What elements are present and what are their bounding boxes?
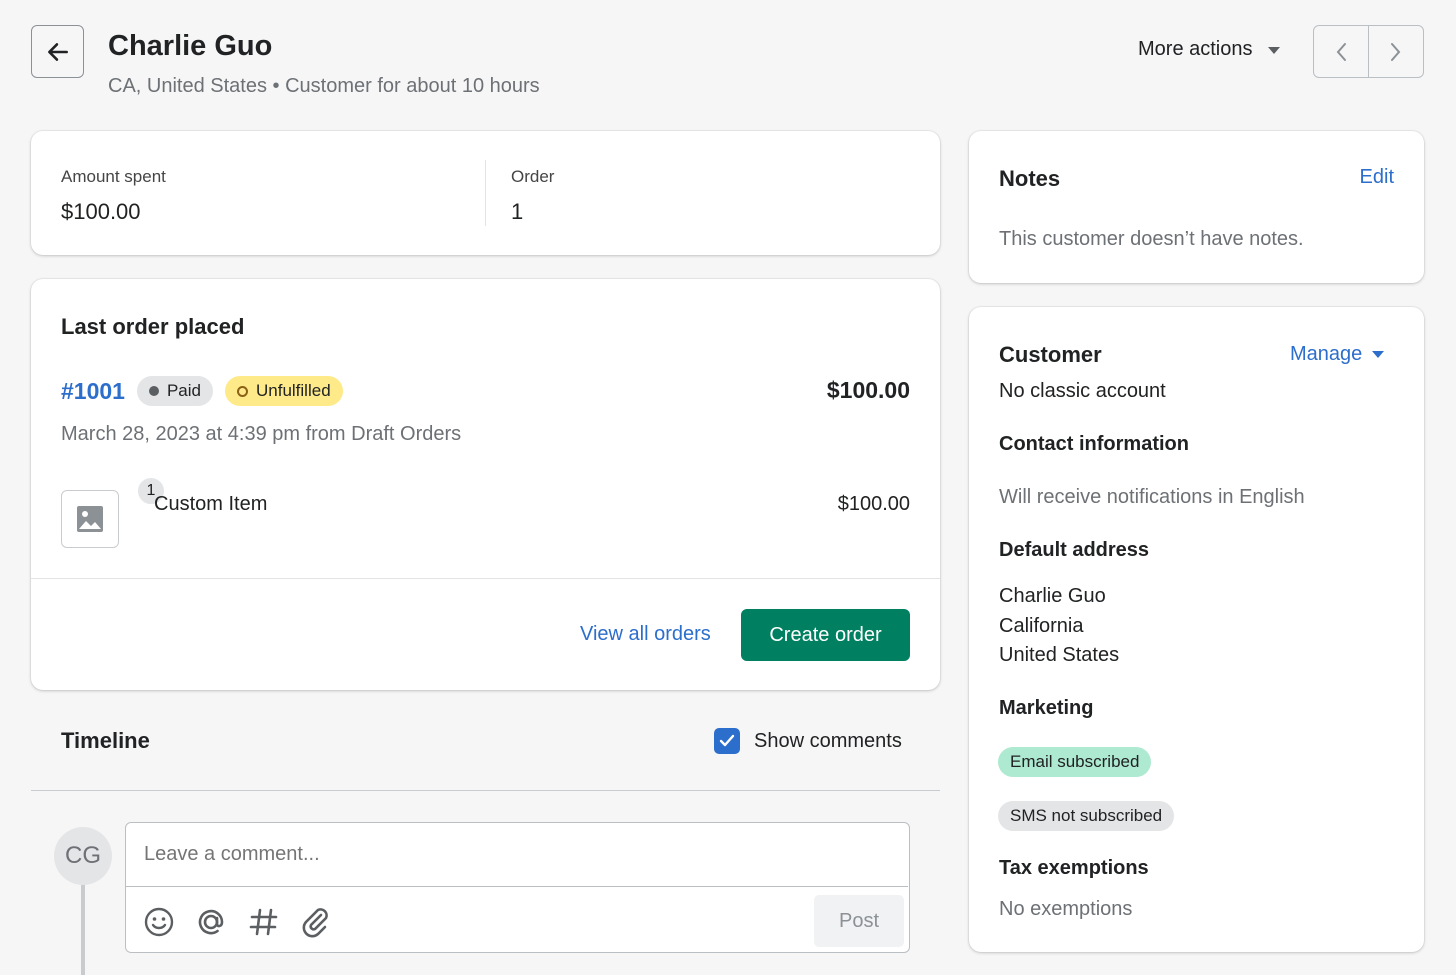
image-placeholder-icon: [77, 506, 103, 532]
email-subscribed-badge: Email subscribed: [998, 747, 1152, 777]
pagination: [1313, 25, 1424, 78]
product-thumbnail[interactable]: [61, 490, 119, 548]
timeline-title: Timeline: [61, 728, 150, 753]
notes-card: Notes Edit This customer doesn’t have no…: [969, 131, 1424, 283]
paid-dot-icon: [148, 386, 159, 396]
marketing-heading: Marketing: [999, 697, 1094, 719]
edit-notes-link[interactable]: Edit: [1360, 166, 1394, 189]
unfulfilled-badge-label: Unfulfilled: [256, 381, 331, 400]
order-count-value: 1: [511, 199, 524, 224]
address-line-state: California: [999, 615, 1084, 637]
customer-card: Customer Manage No classic account Conta…: [969, 307, 1424, 952]
checkmark-icon: [719, 734, 735, 747]
sms-not-subscribed-badge: SMS not subscribed: [998, 801, 1175, 831]
address-line-name: Charlie Guo: [999, 585, 1106, 607]
amount-spent-label: Amount spent: [61, 167, 166, 186]
notes-title: Notes: [999, 166, 1061, 191]
manage-label: Manage: [1290, 343, 1363, 365]
more-actions-button[interactable]: More actions: [1138, 38, 1281, 61]
chevron-left-icon: [1336, 42, 1346, 61]
timeline-divider: [31, 790, 940, 791]
order-total: $100.00: [826, 377, 910, 403]
hashtag-icon[interactable]: [248, 906, 280, 938]
comment-box: Post: [125, 822, 910, 953]
paid-badge-label: Paid: [166, 381, 201, 400]
stats-divider: [485, 160, 486, 226]
amount-spent-value: $100.00: [61, 199, 141, 224]
previous-customer-button[interactable]: [1314, 26, 1368, 77]
more-actions-label: More actions: [1138, 38, 1253, 60]
order-header-row: #1001 Paid Unfulfilled: [61, 376, 343, 406]
contact-info-heading: Contact information: [999, 433, 1189, 455]
item-name: Custom Item: [154, 493, 268, 515]
back-button[interactable]: [31, 25, 84, 78]
mention-icon[interactable]: [195, 906, 227, 938]
last-order-card: Last order placed #1001 Paid Unfulfilled…: [31, 279, 940, 690]
order-meta: March 28, 2023 at 4:39 pm from Draft Ord…: [61, 423, 462, 445]
default-address-heading: Default address: [999, 539, 1150, 561]
post-button[interactable]: Post: [814, 895, 904, 947]
stats-card: Amount spent $100.00 Order 1: [31, 131, 940, 255]
last-order-title: Last order placed: [61, 314, 245, 339]
unfulfilled-ring-icon: [237, 385, 248, 397]
create-order-button[interactable]: Create order: [741, 609, 910, 661]
attachment-icon[interactable]: [300, 906, 332, 938]
avatar: CG: [54, 827, 112, 885]
account-status: No classic account: [999, 380, 1166, 402]
card-divider: [31, 578, 940, 579]
address-line-country: United States: [999, 644, 1120, 666]
show-comments-checkbox[interactable]: [714, 728, 740, 754]
manage-dropdown[interactable]: Manage: [1290, 343, 1385, 366]
notes-empty-text: This customer doesn’t have notes.: [999, 228, 1304, 250]
next-customer-button[interactable]: [1368, 26, 1423, 77]
order-number-link[interactable]: #1001: [61, 378, 125, 405]
show-comments-label[interactable]: Show comments: [754, 730, 902, 753]
unfulfilled-badge: Unfulfilled: [225, 376, 343, 406]
paid-badge: Paid: [136, 376, 213, 406]
timeline-line: [81, 880, 85, 975]
arrow-left-icon: [47, 42, 68, 61]
page-title: Charlie Guo: [108, 30, 273, 62]
tax-exemptions-heading: Tax exemptions: [999, 857, 1149, 879]
tax-exemptions-value: No exemptions: [999, 898, 1133, 920]
emoji-icon[interactable]: [143, 906, 175, 938]
comment-input[interactable]: [126, 823, 908, 887]
contact-note: Will receive notifications in English: [999, 486, 1305, 508]
item-price: $100.00: [837, 493, 910, 515]
caret-down-icon: [1267, 46, 1280, 54]
page-subtitle: CA, United States • Customer for about 1…: [108, 75, 540, 97]
caret-down-icon: [1372, 351, 1385, 358]
chevron-right-icon: [1391, 42, 1401, 61]
order-count-label: Order: [511, 167, 555, 186]
customer-title: Customer: [999, 342, 1102, 367]
view-all-orders-link[interactable]: View all orders: [580, 623, 711, 646]
